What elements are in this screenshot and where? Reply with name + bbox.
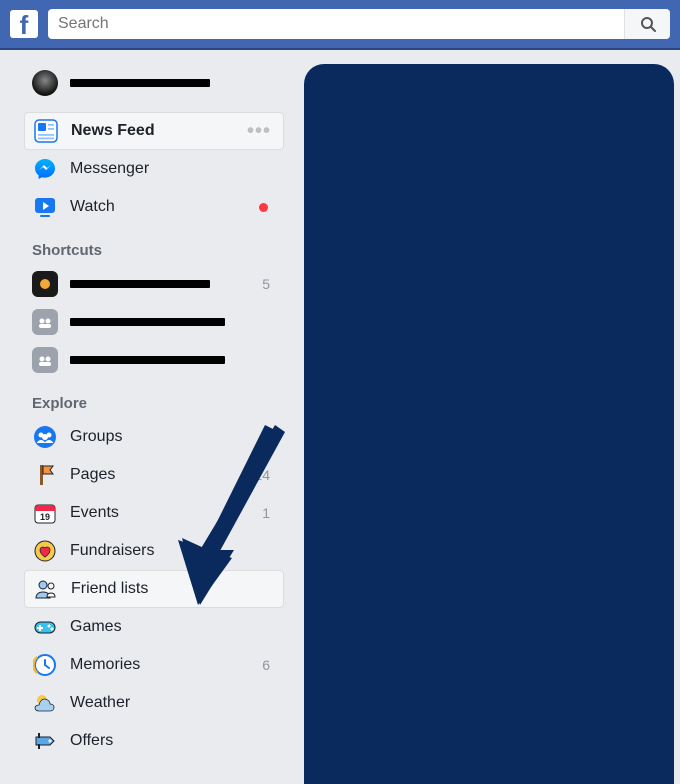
main-content-panel <box>304 64 674 784</box>
facebook-logo[interactable]: f <box>10 10 38 38</box>
search-icon <box>640 16 656 32</box>
friend-lists-icon <box>33 576 59 602</box>
search-container <box>48 9 670 39</box>
shortcut-item[interactable] <box>24 341 284 379</box>
messenger-icon <box>32 156 58 182</box>
profile-name-redacted <box>70 79 210 87</box>
profile-link[interactable] <box>24 64 284 102</box>
sidebar-item-label: Offers <box>70 732 276 750</box>
shortcut-item[interactable]: 5 <box>24 265 284 303</box>
shortcut-count: 5 <box>262 276 276 292</box>
sidebar-item-label: News Feed <box>71 122 247 140</box>
item-count: 6 <box>262 657 276 673</box>
item-count: 1 <box>262 505 276 521</box>
events-icon: 19 <box>32 500 58 526</box>
sidebar-item-label: Friend lists <box>71 580 275 598</box>
group-icon <box>32 271 58 297</box>
watch-icon <box>32 194 58 220</box>
sidebar-item-label: Watch <box>70 198 259 216</box>
sidebar-item-label: Pages <box>70 466 254 484</box>
notification-dot <box>259 203 268 212</box>
sidebar-item-offers[interactable]: Offers <box>24 722 284 760</box>
sidebar-item-watch[interactable]: Watch <box>24 188 284 226</box>
sidebar-item-fundraisers[interactable]: Fundraisers <box>24 532 284 570</box>
shortcut-label-redacted <box>70 356 225 364</box>
sidebar-item-events[interactable]: 19 Events 1 <box>24 494 284 532</box>
games-icon <box>32 614 58 640</box>
sidebar-item-label: Fundraisers <box>70 542 276 560</box>
section-header-shortcuts: Shortcuts <box>24 226 284 265</box>
section-header-explore: Explore <box>24 379 284 418</box>
offers-icon <box>32 728 58 754</box>
item-count: 14 <box>254 467 276 483</box>
search-button[interactable] <box>624 9 670 39</box>
group-icon <box>32 309 58 335</box>
news-feed-icon <box>33 118 59 144</box>
shortcut-label-redacted <box>70 318 225 326</box>
sidebar-item-label: Messenger <box>70 160 276 178</box>
pages-icon <box>32 462 58 488</box>
sidebar-item-pages[interactable]: Pages 14 <box>24 456 284 494</box>
top-bar: f <box>0 0 680 50</box>
memories-icon <box>32 652 58 678</box>
weather-icon <box>32 690 58 716</box>
shortcut-label-redacted <box>70 280 210 288</box>
sidebar-item-groups[interactable]: Groups <box>24 418 284 456</box>
shortcut-item[interactable] <box>24 303 284 341</box>
sidebar-item-games[interactable]: Games <box>24 608 284 646</box>
group-icon <box>32 347 58 373</box>
sidebar-item-label: Memories <box>70 656 262 674</box>
sidebar-item-messenger[interactable]: Messenger <box>24 150 284 188</box>
sidebar-item-label: Games <box>70 618 276 636</box>
sidebar-item-friend-lists[interactable]: Friend lists <box>24 570 284 608</box>
more-dots-icon[interactable]: ••• <box>247 120 275 143</box>
sidebar-item-weather[interactable]: Weather <box>24 684 284 722</box>
search-input[interactable] <box>48 15 624 33</box>
groups-icon <box>32 424 58 450</box>
avatar <box>32 70 58 96</box>
sidebar-item-label: Weather <box>70 694 276 712</box>
left-sidebar: News Feed ••• Messenger Watch Shortcuts … <box>24 64 284 784</box>
sidebar-item-memories[interactable]: Memories 6 <box>24 646 284 684</box>
sidebar-item-label: Events <box>70 504 262 522</box>
sidebar-item-news-feed[interactable]: News Feed ••• <box>24 112 284 150</box>
svg-text:19: 19 <box>40 512 50 522</box>
fundraisers-icon <box>32 538 58 564</box>
sidebar-item-label: Groups <box>70 428 276 446</box>
